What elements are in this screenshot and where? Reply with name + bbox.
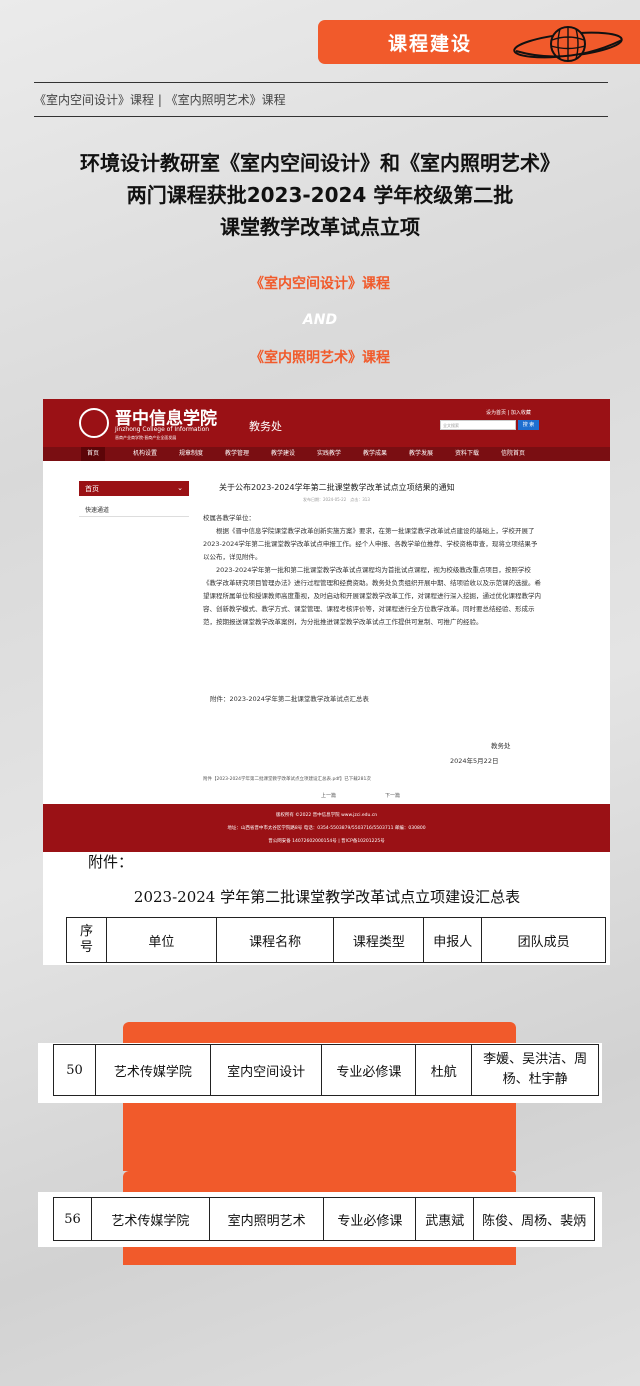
page-title-line-1: 环境设计教研室《室内空间设计》和《室内照明艺术》 — [80, 151, 560, 175]
cell-course: 室内空间设计 — [209, 1044, 323, 1096]
cell-type: 专业必修课 — [323, 1197, 417, 1241]
table-row: 56 艺术传媒学院 室内照明艺术 专业必修课 武惠斌 陈俊、周杨、裴炳 — [53, 1197, 595, 1241]
nav-item-college-home[interactable]: 信院首页 — [501, 447, 525, 461]
summary-table-title: 2023-2024 学年第二批课堂教学改革试点立项建设汇总表 — [133, 888, 521, 906]
course-name-second: 《室内照明艺术》课程 — [250, 350, 390, 366]
nav-item-organization[interactable]: 机构设置 — [133, 447, 157, 461]
footer-address: 地址：山西省晋中市太谷区学院路8号 电话：0354-5503879/550371… — [227, 826, 426, 831]
article-body: 校属各教学单位： 根据《晋中信息学院课堂教学改革创新实施方案》要求，在第一批课堂… — [203, 512, 543, 629]
cell-number: 50 — [53, 1044, 96, 1096]
footer-icp: 晋公网安备 14072602000154号 | 晋ICP备10201225号 — [268, 839, 385, 844]
table-row-56: 56 艺术传媒学院 室内照明艺术 专业必修课 武惠斌 陈俊、周杨、裴炳 — [53, 1197, 595, 1241]
cell-unit: 艺术传媒学院 — [90, 1197, 210, 1241]
table-row: 50 艺术传媒学院 室内空间设计 专业必修课 杜航 李媛、吴洪洁、周 杨、杜宇静 — [53, 1044, 599, 1096]
section-badge-label: 课程建设 — [388, 33, 473, 55]
top-links[interactable]: 设为首页 | 加入收藏 — [486, 409, 531, 416]
article-meta: 发布日期：2024-05-22 点击：313 — [303, 497, 370, 502]
and-separator: AND — [302, 312, 338, 328]
breadcrumb: 《室内空间设计》课程 | 《室内照明艺术》课程 — [34, 93, 286, 107]
cell-unit: 艺术传媒学院 — [94, 1044, 211, 1096]
nav-item-teaching-construction[interactable]: 教学建设 — [271, 447, 295, 461]
planet-icon — [513, 26, 623, 62]
attachment-note: 附件：2023-2024学年第二批课堂教学改革试点汇总表 — [210, 695, 369, 703]
notice-screenshot: 晋中信息学院 Jinzhong College of Information 晋… — [43, 399, 610, 852]
table-row-50: 50 艺术传媒学院 室内空间设计 专业必修课 杜航 李媛、吴洪洁、周 杨、杜宇静 — [53, 1044, 599, 1096]
sidebar-header-label: 首页 — [85, 485, 99, 493]
cell-course: 室内照明艺术 — [208, 1197, 325, 1241]
school-english-name: Jinzhong College of Information — [115, 426, 210, 433]
column-header-course: 课程名称 — [215, 917, 335, 963]
cell-type: 专业必修课 — [321, 1044, 417, 1096]
footer-copyright: 版权所有 ©2022 晋中信息学院 www.jzci.edu.cn — [275, 813, 378, 818]
column-header-number-label: 序号 — [79, 924, 93, 955]
nav-item-practice[interactable]: 实践教学 — [317, 447, 341, 461]
divider — [34, 116, 608, 117]
attachment-label: 附件： — [88, 853, 134, 871]
chevron-down-icon: ⌄ — [177, 484, 183, 492]
column-header-unit: 单位 — [105, 917, 217, 963]
school-motto: 晋商产业商学院·晋商产业全面发展 — [115, 435, 177, 440]
accent-bar — [123, 1171, 516, 1193]
divider — [34, 82, 608, 83]
next-link[interactable]: 下一篇 — [385, 792, 400, 799]
nav-item-teaching-management[interactable]: 教学管理 — [225, 447, 249, 461]
cell-team: 李媛、吴洪洁、周 杨、杜宇静 — [471, 1044, 599, 1096]
school-logo-icon — [79, 408, 109, 438]
sidebar-header[interactable]: 首页 ⌄ — [79, 481, 189, 496]
nav-item-achievements[interactable]: 教学成果 — [363, 447, 387, 461]
article-paragraph: 2023-2024学年第一批和第二批课堂教学改革试点课程均为首批试点课程，视为校… — [203, 566, 541, 626]
column-header-team: 团队成员 — [481, 917, 606, 963]
course-name-first: 《室内空间设计》课程 — [250, 276, 390, 292]
search-input[interactable]: 全文搜索 — [440, 420, 516, 430]
table-header-row: 序号 单位 课程名称 课程类型 申报人 团队成员 — [66, 917, 606, 963]
column-header-number: 序号 — [66, 917, 107, 963]
team-line: 杨、杜宇静 — [502, 1072, 568, 1087]
article-paragraph: 根据《晋中信息学院课堂教学改革创新实施方案》要求，在第一批课堂教学改革试点建设的… — [203, 527, 538, 561]
cell-team: 陈俊、周杨、裴炳 — [473, 1197, 595, 1241]
column-header-applicant: 申报人 — [423, 917, 483, 963]
cell-number: 56 — [53, 1197, 92, 1241]
article-title: 关于公布2023-2024学年第二批课堂教学改革试点立项结果的通知 — [219, 483, 455, 492]
previous-link[interactable]: 上一篇 — [321, 792, 336, 799]
page-title-line-3: 课堂教学改革试点立项 — [220, 215, 420, 239]
accent-bar — [123, 1247, 516, 1265]
department-name: 教务处 — [249, 420, 282, 433]
cell-applicant: 杜航 — [415, 1044, 473, 1096]
cell-applicant: 武惠斌 — [415, 1197, 475, 1241]
summary-table-header: 序号 单位 课程名称 课程类型 申报人 团队成员 — [66, 917, 606, 963]
nav-item-home[interactable]: 首页 — [81, 447, 106, 461]
sidebar-item-quick-access[interactable]: 快速通道 — [79, 503, 189, 517]
page-title-line-2: 两门课程获批2023-2024 学年校级第二批 — [126, 183, 514, 207]
signature-date: 2024年5月22日 — [450, 757, 499, 765]
site-footer: 版权所有 ©2022 晋中信息学院 www.jzci.edu.cn 地址：山西省… — [43, 804, 610, 852]
nav-item-regulations[interactable]: 规章制度 — [179, 447, 203, 461]
team-line: 李媛、吴洪洁、周 — [483, 1052, 588, 1067]
signature-department: 教务处 — [491, 742, 511, 750]
attachment-download-link[interactable]: 附件【2023-2024学年第二批课堂教学改革试点立项建设汇总表.pdf】已下载… — [203, 776, 371, 782]
search-button[interactable]: 搜 索 — [518, 420, 539, 430]
nav-item-development[interactable]: 教学发展 — [409, 447, 433, 461]
salutation: 校属各教学单位： — [203, 514, 255, 522]
nav-item-downloads[interactable]: 资料下载 — [455, 447, 479, 461]
main-nav: 首页 机构设置 规章制度 教学管理 教学建设 实践教学 教学成果 教学发展 资料… — [43, 447, 610, 461]
accent-bar — [123, 1103, 516, 1171]
column-header-type: 课程类型 — [333, 917, 425, 963]
accent-bar — [123, 1022, 516, 1044]
